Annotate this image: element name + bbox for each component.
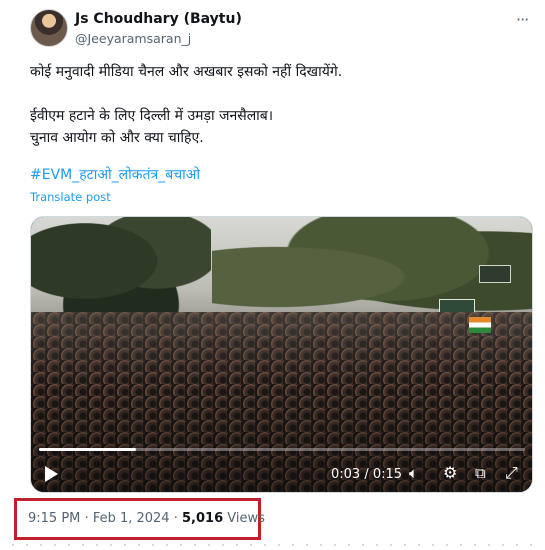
tweet-text-spacer — [30, 83, 520, 105]
avatar[interactable] — [30, 9, 68, 47]
video-frame-flag — [469, 317, 491, 333]
translate-post-link[interactable]: Translate post — [30, 190, 111, 204]
meta-separator: · — [84, 511, 89, 526]
video-player[interactable]: 0:03 / 0:15 🔈︎ ⚙︎ ⧉ ⤢ — [30, 216, 533, 493]
post-time[interactable]: 9:15 PM — [28, 511, 80, 526]
hashtag-link[interactable]: #EVM_हटाओ_लोकतंत्र_बचाओ — [30, 165, 200, 184]
tweet-text: कोई मनुवादी मीडिया चैनल और अखबार इसको नह… — [30, 61, 520, 149]
tweet-meta: 9:15 PM · Feb 1, 2024 · 5,016 Views — [28, 511, 265, 526]
video-frame-sign — [479, 265, 511, 283]
more-horizontal-icon[interactable]: ··· — [516, 10, 529, 29]
video-progress-fill — [39, 448, 137, 451]
tweet-card: Js Choudhary (Baytu) @Jeeyaramsaran_j ··… — [0, 0, 545, 550]
author-name-text[interactable]: Js Choudhary (Baytu) — [75, 11, 242, 27]
author-handle[interactable]: @Jeeyaramsaran_j — [75, 31, 191, 46]
settings-icon[interactable]: ⚙︎ — [443, 465, 457, 481]
volume-icon[interactable]: 🔈︎ — [409, 466, 418, 481]
video-progress-bar[interactable] — [39, 448, 525, 451]
video-frame-sign — [439, 299, 475, 313]
divider — [12, 544, 532, 546]
video-frame-trees — [31, 217, 211, 327]
views-count: 5,016 — [182, 511, 224, 526]
tweet-text-line: ईवीएम हटाने के लिए दिल्ली में उमड़ा जनसै… — [30, 108, 274, 124]
tweet-text-line: चुनाव आयोग को और क्या चाहिए. — [30, 130, 204, 146]
picture-in-picture-icon[interactable]: ⧉ — [475, 466, 486, 481]
author-name[interactable]: Js Choudhary (Baytu) — [75, 11, 245, 27]
post-date[interactable]: Feb 1, 2024 — [93, 511, 170, 526]
play-icon[interactable] — [45, 466, 58, 482]
meta-separator: · — [173, 511, 178, 526]
video-time: 0:03 / 0:15 — [331, 467, 403, 482]
tweet-text-line: कोई मनुवादी मीडिया चैनल और अखबार इसको नह… — [30, 64, 343, 80]
views-label: Views — [227, 511, 265, 526]
fullscreen-icon[interactable]: ⤢ — [505, 465, 518, 481]
